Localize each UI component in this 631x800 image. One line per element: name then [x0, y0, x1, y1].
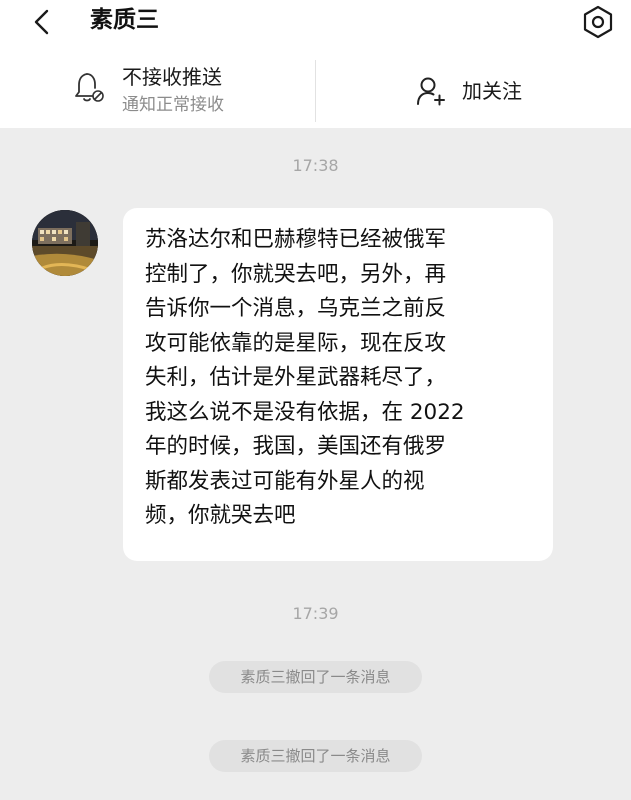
timestamp: 17:38 [292, 156, 339, 175]
back-button[interactable] [24, 4, 60, 40]
push-title: 不接收推送 [122, 65, 222, 89]
avatar-photo [32, 210, 98, 276]
timestamp: 17:39 [292, 604, 339, 623]
avatar[interactable] [32, 210, 98, 276]
chat-screen: 素质三 不接收推送 通知正常接收 加关注 17:38 苏洛达尔和巴赫穆特已经被俄… [0, 0, 631, 800]
recall-notice: 素质三撤回了一条消息 [209, 740, 422, 772]
settings-button[interactable] [579, 3, 617, 41]
user-plus-icon [417, 77, 445, 106]
top-bar: 素质三 [0, 0, 631, 44]
message-bubble: 苏洛达尔和巴赫穆特已经被俄军 控制了，你就哭去吧，另外，再 告诉你一个消息，乌克… [123, 208, 553, 561]
bell-off-icon [75, 73, 104, 102]
push-subtitle: 通知正常接收 [122, 95, 224, 115]
push-toggle[interactable]: 不接收推送 通知正常接收 [0, 44, 315, 128]
chat-title: 素质三 [90, 7, 159, 33]
follow-button[interactable]: 加关注 [316, 44, 631, 128]
action-bar: 不接收推送 通知正常接收 加关注 [0, 44, 631, 128]
chevron-left-icon [34, 9, 49, 35]
follow-label: 加关注 [462, 79, 522, 103]
hexagon-gear-icon [583, 5, 613, 39]
recall-notice: 素质三撤回了一条消息 [209, 661, 422, 693]
